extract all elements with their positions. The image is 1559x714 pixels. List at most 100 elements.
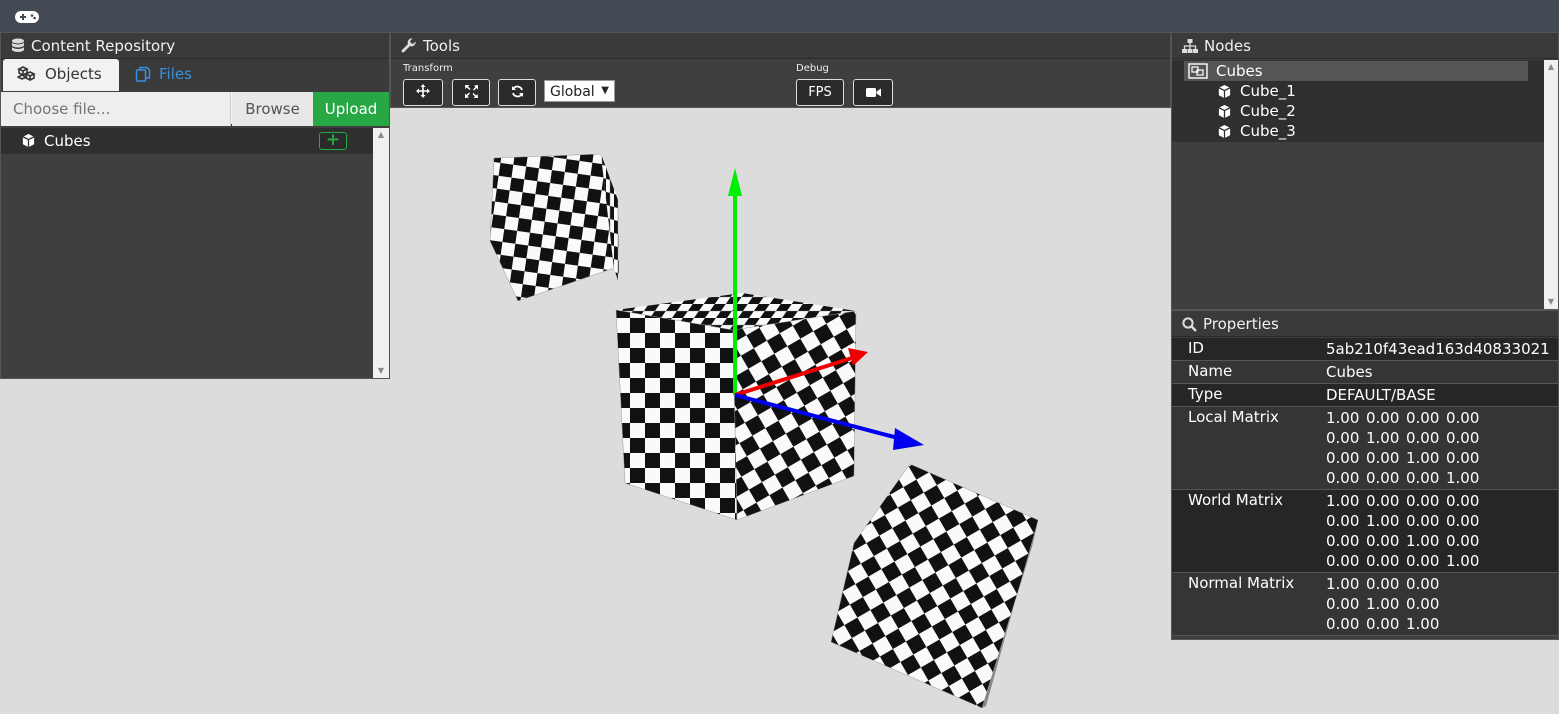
- matrix-cell: 0.00: [1446, 512, 1480, 530]
- search-icon: [1182, 317, 1197, 332]
- matrix-cell: 0.00: [1406, 409, 1440, 427]
- upload-button[interactable]: Upload: [313, 92, 389, 126]
- matrix-cell: 0.00: [1326, 429, 1360, 447]
- matrix-cell: 0.00: [1406, 469, 1440, 487]
- matrix-row: 0.00 0.00 1.00: [1326, 614, 1558, 634]
- top-bar: [0, 0, 1559, 32]
- matrix-cell: 1.00: [1406, 532, 1440, 550]
- nodes-tree: Cubes Cube_1 Cube_2 Cube_3: [1172, 60, 1544, 142]
- property-value: DEFAULT/BASE: [1326, 386, 1436, 404]
- cubes-icon: [16, 66, 36, 82]
- tree-node-cubes[interactable]: Cubes: [1184, 61, 1528, 81]
- properties-header: Properties: [1172, 311, 1558, 337]
- matrix-row: 0.00 1.00 0.00 0.00: [1326, 511, 1558, 531]
- panel-title: Tools: [423, 37, 460, 55]
- fps-button[interactable]: FPS: [796, 79, 844, 106]
- scroll-up-icon[interactable]: ▲: [373, 128, 389, 142]
- nodes-scrollbar[interactable]: ▲ ▼: [1544, 60, 1558, 309]
- matrix-cell: 0.00: [1366, 552, 1400, 570]
- matrix-value: 1.00 0.00 0.00 0.00 1.00 0.00 0.00 0.00 1.00: [1326, 573, 1558, 635]
- cube-icon: [1218, 124, 1231, 139]
- transform-space-select[interactable]: Global ▼: [544, 80, 615, 102]
- panel-title: Properties: [1203, 315, 1279, 333]
- matrix-cell: 0.00: [1406, 595, 1440, 613]
- tree-node-label: Cube_3: [1240, 122, 1296, 140]
- add-object-button[interactable]: +: [319, 132, 347, 150]
- matrix-cell: 0.00: [1326, 449, 1360, 467]
- matrix-cell: 0.00: [1446, 532, 1480, 550]
- sitemap-icon: [1182, 39, 1198, 53]
- matrix-cell: 0.00: [1366, 532, 1400, 550]
- rotate-button[interactable]: [498, 79, 536, 106]
- browse-button[interactable]: Browse: [232, 92, 313, 126]
- matrix-cell: 1.00: [1326, 409, 1360, 427]
- matrix-cell: 0.00: [1326, 469, 1360, 487]
- property-row-world-matrix: World Matrix 1.00 0.00 0.00 0.00 0.00 1.00 0.0…: [1172, 490, 1558, 573]
- tab-files[interactable]: Files: [121, 59, 231, 91]
- nodes-header: Nodes: [1172, 33, 1558, 59]
- property-row-name: Name Cubes: [1172, 361, 1558, 384]
- property-row-local-matrix: Local Matrix 1.00 0.00 0.00 0.00 0.00 1.00 0.0…: [1172, 407, 1558, 490]
- checker-cube[interactable]: [830, 463, 1039, 709]
- move-button[interactable]: [403, 79, 443, 106]
- matrix-cell: 0.00: [1406, 429, 1440, 447]
- matrix-cell: 0.00: [1366, 575, 1400, 593]
- tree-node-label: Cubes: [1216, 62, 1263, 80]
- scroll-down-icon[interactable]: ▼: [1544, 295, 1558, 309]
- matrix-cell: 0.00: [1366, 469, 1400, 487]
- matrix-cell: 0.00: [1446, 449, 1480, 467]
- database-icon: [12, 38, 24, 52]
- 3d-viewport[interactable]: [390, 108, 1171, 714]
- cube-icon: [1218, 84, 1231, 99]
- matrix-cell: 1.00: [1326, 575, 1360, 593]
- scroll-up-icon[interactable]: ▲: [1544, 60, 1558, 74]
- matrix-row: 0.00 0.00 1.00 0.00: [1326, 448, 1558, 468]
- matrix-cell: 0.00: [1366, 449, 1400, 467]
- video-camera-icon: [865, 88, 881, 97]
- matrix-cell: 0.00: [1446, 492, 1480, 510]
- matrix-cell: 1.00: [1366, 429, 1400, 447]
- cube-icon: [1218, 104, 1231, 119]
- matrix-cell: 1.00: [1326, 492, 1360, 510]
- panel-title: Nodes: [1204, 37, 1251, 55]
- tree-node-cube-2[interactable]: Cube_2: [1217, 101, 1296, 121]
- rotate-icon: [511, 85, 523, 98]
- property-key: Type: [1188, 385, 1223, 403]
- scale-icon: [464, 85, 478, 98]
- tree-node-label: Cube_1: [1240, 82, 1296, 100]
- matrix-row: 0.00 1.00 0.00: [1326, 594, 1558, 614]
- matrix-cell: 0.00: [1366, 615, 1400, 633]
- property-row-id: ID 5ab210f43ead163d40833021: [1172, 338, 1558, 361]
- panel-title: Content Repository: [31, 37, 176, 55]
- matrix-row: 1.00 0.00 0.00: [1326, 574, 1558, 594]
- matrix-cell: 0.00: [1406, 552, 1440, 570]
- content-repository-panel: Content Repository Objects Files Browse …: [0, 32, 390, 379]
- checker-cube[interactable]: [489, 153, 619, 302]
- nodes-panel: Nodes Cubes Cube_1 Cube_2 Cube_3 ▲ ▼: [1171, 32, 1559, 310]
- matrix-cell: 0.00: [1406, 575, 1440, 593]
- matrix-row: 0.00 1.00 0.00 0.00: [1326, 428, 1558, 448]
- matrix-row: 1.00 0.00 0.00 0.00: [1326, 491, 1558, 511]
- content-repository-header: Content Repository: [1, 33, 389, 59]
- list-item[interactable]: Cubes +: [1, 128, 373, 154]
- property-key: World Matrix: [1188, 491, 1283, 509]
- matrix-row: 1.00 0.00 0.00 0.00: [1326, 408, 1558, 428]
- camera-button[interactable]: [853, 79, 893, 106]
- tab-objects[interactable]: Objects: [3, 59, 119, 91]
- matrix-row: 0.00 0.00 0.00 1.00: [1326, 551, 1558, 571]
- file-input[interactable]: [1, 92, 231, 126]
- transform-group-label: Transform: [403, 63, 453, 74]
- tree-node-cube-1[interactable]: Cube_1: [1217, 81, 1296, 101]
- matrix-cell: 0.00: [1326, 552, 1360, 570]
- matrix-cell: 0.00: [1326, 532, 1360, 550]
- matrix-cell: 1.00: [1366, 512, 1400, 530]
- scale-button[interactable]: [452, 79, 490, 106]
- property-key: ID: [1188, 339, 1204, 357]
- files-icon: [135, 66, 151, 82]
- repository-scrollbar[interactable]: ▲ ▼: [373, 128, 389, 378]
- properties-table: ID 5ab210f43ead163d40833021 Name Cubes T…: [1172, 338, 1558, 636]
- property-key: Name: [1188, 362, 1233, 380]
- scroll-down-icon[interactable]: ▼: [373, 364, 389, 378]
- tree-node-cube-3[interactable]: Cube_3: [1217, 121, 1296, 141]
- gamepad-icon[interactable]: [14, 9, 40, 25]
